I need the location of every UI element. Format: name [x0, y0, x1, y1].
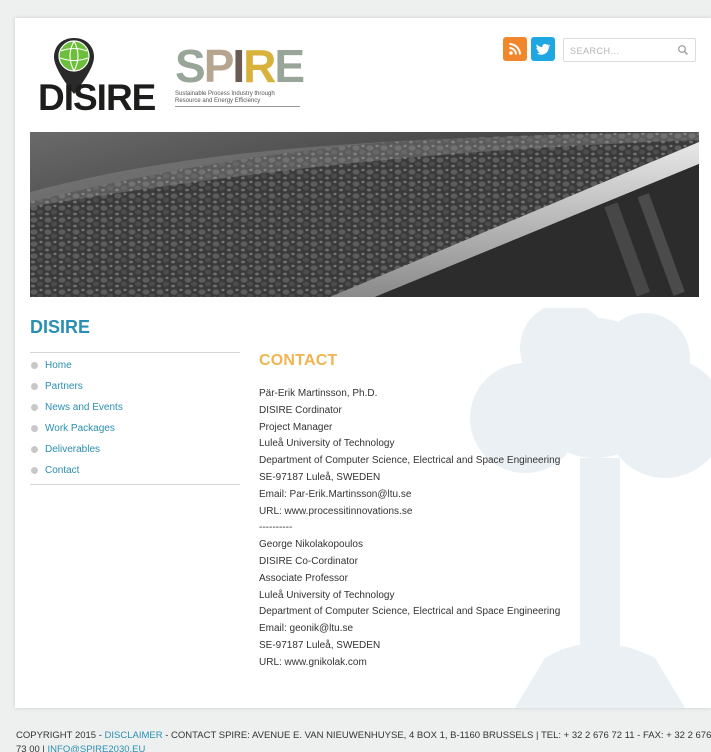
- sidenav-item-contact[interactable]: Contact: [30, 460, 240, 481]
- contact-line: Department of Computer Science, Electric…: [259, 455, 561, 467]
- sidenav-item-deliverables[interactable]: Deliverables: [30, 439, 240, 460]
- ore-conveyor-image: [30, 132, 699, 297]
- disire-logo[interactable]: DISIRE: [38, 36, 163, 118]
- contact-url: URL: www.gnikolak.com: [259, 656, 367, 668]
- sidenav-item-label[interactable]: Partners: [45, 381, 83, 392]
- contact-line: Luleå University of Technology: [259, 589, 395, 601]
- sidenav-item-home[interactable]: Home: [30, 355, 240, 376]
- bullet-icon: [31, 446, 38, 453]
- search-input[interactable]: [570, 43, 670, 58]
- rss-button[interactable]: [503, 37, 527, 61]
- contact-line: Project Manager: [259, 421, 333, 433]
- spire-tagline: Sustainable Process Industry through Res…: [175, 91, 300, 107]
- sidenav-item-label[interactable]: Deliverables: [45, 444, 100, 455]
- contact-email: Email: geonik@ltu.se: [259, 623, 354, 635]
- sidenav-item-label[interactable]: Home: [45, 360, 72, 371]
- contact-line: Luleå University of Technology: [259, 438, 395, 450]
- bullet-icon: [31, 467, 38, 474]
- disire-logo-text: DISIRE: [38, 77, 156, 118]
- footer-disclaimer-link[interactable]: DISCLAIMER: [105, 730, 163, 741]
- search-icon[interactable]: [677, 44, 689, 56]
- bullet-icon: [31, 404, 38, 411]
- rss-icon: [509, 43, 521, 55]
- footer-copyright: COPYRIGHT 2015 -: [16, 730, 105, 741]
- banner-image: [30, 132, 699, 297]
- search-box[interactable]: [563, 38, 696, 62]
- side-navigation: Home Partners News and Events Work Packa…: [30, 352, 240, 485]
- bullet-icon: [31, 362, 38, 369]
- contact-line: George Nikolakopoulos: [259, 539, 363, 551]
- contact-line: DISIRE Co-Cordinator: [259, 555, 358, 567]
- twitter-button[interactable]: [531, 37, 555, 61]
- contact-line: Associate Professor: [259, 572, 348, 584]
- bullet-icon: [31, 425, 38, 432]
- spire-logo-text: SPIRE: [175, 40, 305, 92]
- twitter-icon: [536, 43, 551, 55]
- contact-line: Department of Computer Science, Electric…: [259, 606, 561, 618]
- sidenav-item-label[interactable]: News and Events: [45, 402, 123, 413]
- spire-logo[interactable]: SPIRE Sustainable Process Industry throu…: [175, 42, 305, 112]
- contact-line: SE-97187 Luleå, SWEDEN: [259, 639, 381, 651]
- contact-line: SE-97187 Luleå, SWEDEN: [259, 471, 381, 483]
- page-container: DISIRE SPIRE Sustainable Process Industr…: [15, 18, 711, 708]
- content-heading: CONTACT: [259, 352, 338, 369]
- contact-content: CONTACT Pär-Erik Martinsson, Ph.D. DISIR…: [259, 352, 679, 672]
- contact-email: Email: Par-Erik.Martinsson@ltu.se: [259, 488, 412, 500]
- sidenav-item-partners[interactable]: Partners: [30, 376, 240, 397]
- bullet-icon: [31, 383, 38, 390]
- footer-email-link[interactable]: INFO@SPIRE2030.EU: [48, 744, 146, 752]
- section-title: DISIRE: [30, 317, 91, 337]
- contact-line: Pär-Erik Martinsson, Ph.D.: [259, 388, 378, 399]
- sidenav-item-label[interactable]: Work Packages: [45, 423, 115, 434]
- sidenav-item-news-and-events[interactable]: News and Events: [30, 397, 240, 418]
- sidenav-item-label[interactable]: Contact: [45, 465, 79, 476]
- footer: COPYRIGHT 2015 - DISCLAIMER - CONTACT SP…: [16, 729, 711, 752]
- separator: ----------: [259, 522, 293, 534]
- contact-line: DISIRE Cordinator: [259, 404, 342, 416]
- contact-url: URL: www.processitinnovations.se: [259, 505, 413, 517]
- sidenav-item-work-packages[interactable]: Work Packages: [30, 418, 240, 439]
